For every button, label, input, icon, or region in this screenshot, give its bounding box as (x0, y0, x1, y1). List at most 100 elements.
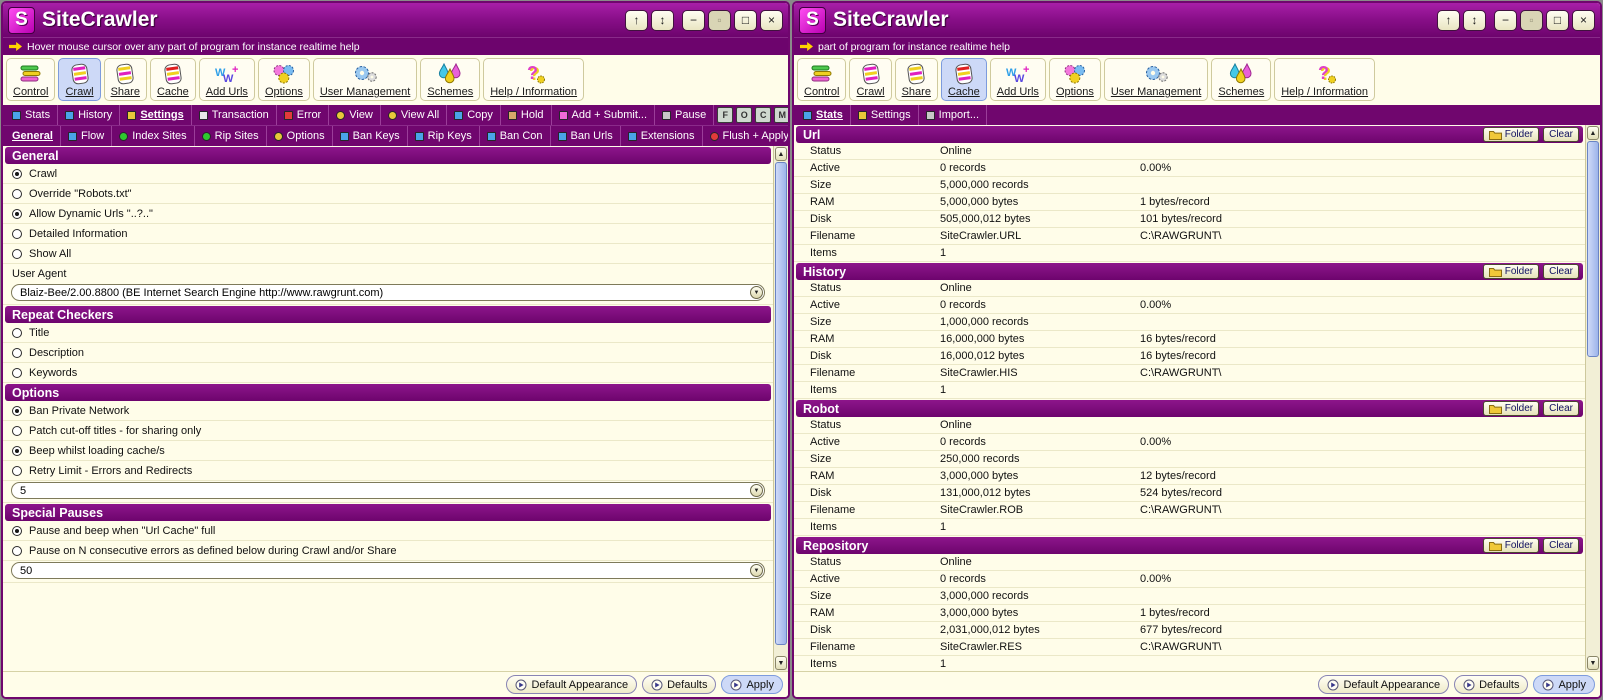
filter-badge-f[interactable]: F (717, 107, 733, 123)
scrollbar-track[interactable] (775, 162, 787, 655)
maximize-button[interactable]: □ (734, 10, 757, 31)
combo-field[interactable]: Blaiz-Bee/2.00.8800 (BE Internet Search … (11, 284, 765, 301)
scroll-up-button[interactable]: ▲ (1587, 126, 1599, 140)
option-row[interactable]: Show All (3, 244, 773, 264)
toolbar-tab-add-urls[interactable]: WW+Add Urls (199, 58, 255, 101)
radio-pause-and-beep-when-url-cache-full[interactable] (12, 526, 22, 536)
option-row[interactable]: Pause and beep when "Url Cache" full (3, 521, 773, 541)
radio-description[interactable] (12, 348, 22, 358)
vertical-scrollbar[interactable]: ▲ ▼ (1585, 125, 1600, 671)
toolbar-tab-cache[interactable]: Cache (941, 58, 987, 101)
radio-override-robots-txt[interactable] (12, 189, 22, 199)
radio-pause-on-n-consecutive-errors-as-defined-below-during-crawl-and-or-share[interactable] (12, 546, 22, 556)
menu-item-flush-apply[interactable]: Flush + Apply (703, 126, 788, 146)
default-appearance-button[interactable]: Default Appearance (1318, 675, 1449, 694)
scroll-down-button[interactable]: ▼ (775, 656, 787, 670)
toolbar-tab-control[interactable]: Control (797, 58, 846, 101)
toolbar-tab-cache[interactable]: Cache (150, 58, 196, 101)
toolbar-tab-add-urls[interactable]: WW+Add Urls (990, 58, 1046, 101)
menu-item-copy[interactable]: Copy (447, 105, 501, 125)
titlebar[interactable]: S SiteCrawler ↑↕−▫□× (794, 3, 1600, 37)
menu-item-stats[interactable]: Stats (796, 105, 851, 125)
menu-item-import[interactable]: Import... (919, 105, 987, 125)
menu-item-settings[interactable]: Settings (120, 105, 191, 125)
toolbar-tab-options[interactable]: Options (1049, 58, 1101, 101)
menu-item-general[interactable]: General (5, 126, 61, 146)
toolbar-tab-crawl[interactable]: Crawl (58, 58, 100, 101)
toolbar-tab-user-management[interactable]: User Management (1104, 58, 1209, 101)
menu-item-stats[interactable]: Stats (5, 105, 58, 125)
clear-button[interactable]: Clear (1543, 264, 1579, 279)
option-row[interactable]: Patch cut-off titles - for sharing only (3, 421, 773, 441)
on-top-button[interactable]: ↑ (625, 10, 648, 31)
folder-button[interactable]: Folder (1483, 538, 1539, 553)
clear-button[interactable]: Clear (1543, 127, 1579, 142)
option-row[interactable]: Ban Private Network (3, 401, 773, 421)
minimize-button[interactable]: − (682, 10, 705, 31)
option-row[interactable]: Override "Robots.txt" (3, 184, 773, 204)
menu-item-flow[interactable]: Flow (61, 126, 112, 146)
close-button[interactable]: × (1572, 10, 1595, 31)
scrollbar-thumb[interactable] (775, 162, 787, 645)
defaults-button[interactable]: Defaults (642, 675, 716, 694)
filter-badge-o[interactable]: O (736, 107, 752, 123)
roll-up-button[interactable]: ↕ (651, 10, 674, 31)
combo-dropdown-button[interactable]: ▼ (750, 564, 763, 577)
option-row[interactable]: Beep whilst loading cache/s (3, 441, 773, 461)
menu-item-options[interactable]: Options (267, 126, 333, 146)
maximize-button[interactable]: □ (1546, 10, 1569, 31)
menu-item-rip-keys[interactable]: Rip Keys (408, 126, 480, 146)
combo-field[interactable]: 5▼ (11, 482, 765, 499)
folder-button[interactable]: Folder (1483, 127, 1539, 142)
menu-item-add-submit[interactable]: Add + Submit... (552, 105, 656, 125)
scrollbar-track[interactable] (1587, 141, 1599, 655)
radio-allow-dynamic-urls[interactable] (12, 209, 22, 219)
menu-item-transaction[interactable]: Transaction (192, 105, 277, 125)
radio-show-all[interactable] (12, 249, 22, 259)
default-appearance-button[interactable]: Default Appearance (506, 675, 637, 694)
menu-item-history[interactable]: History (58, 105, 120, 125)
radio-beep-whilst-loading-cache-s[interactable] (12, 446, 22, 456)
option-row[interactable]: Allow Dynamic Urls "..?.." (3, 204, 773, 224)
radio-detailed-information[interactable] (12, 229, 22, 239)
combo-field[interactable]: 50▼ (11, 562, 765, 579)
menu-item-ban-con[interactable]: Ban Con (480, 126, 551, 146)
radio-title[interactable] (12, 328, 22, 338)
vertical-scrollbar[interactable]: ▲ ▼ (773, 146, 788, 671)
menu-item-view[interactable]: View (329, 105, 381, 125)
option-row[interactable]: Pause on N consecutive errors as defined… (3, 541, 773, 561)
filter-badge-m[interactable]: M (774, 107, 788, 123)
toolbar-tab-options[interactable]: Options (258, 58, 310, 101)
menu-item-index-sites[interactable]: Index Sites (112, 126, 194, 146)
apply-button[interactable]: Apply (1533, 675, 1595, 694)
folder-button[interactable]: Folder (1483, 264, 1539, 279)
menu-item-ban-keys[interactable]: Ban Keys (333, 126, 408, 146)
toolbar-tab-schemes[interactable]: Schemes (1211, 58, 1271, 101)
apply-button[interactable]: Apply (721, 675, 783, 694)
toolbar-tab-help-information[interactable]: ??Help / Information (483, 58, 584, 101)
radio-ban-private-network[interactable] (12, 406, 22, 416)
menu-item-hold[interactable]: Hold (501, 105, 552, 125)
option-row[interactable]: Crawl (3, 164, 773, 184)
titlebar[interactable]: S SiteCrawler ↑↕−▫□× (3, 3, 788, 37)
defaults-button[interactable]: Defaults (1454, 675, 1528, 694)
toolbar-tab-crawl[interactable]: Crawl (849, 58, 891, 101)
radio-patch-cut-off-titles-for-sharing-only[interactable] (12, 426, 22, 436)
menu-item-view-all[interactable]: View All (381, 105, 447, 125)
filter-badge-c[interactable]: C (755, 107, 771, 123)
menu-item-rip-sites[interactable]: Rip Sites (195, 126, 267, 146)
option-row[interactable]: Keywords (3, 363, 773, 383)
on-top-button[interactable]: ↑ (1437, 10, 1460, 31)
toolbar-tab-control[interactable]: Control (6, 58, 55, 101)
menu-item-extensions[interactable]: Extensions (621, 126, 703, 146)
menu-item-settings[interactable]: Settings (851, 105, 919, 125)
clear-button[interactable]: Clear (1543, 401, 1579, 416)
roll-up-button[interactable]: ↕ (1463, 10, 1486, 31)
minimize-button[interactable]: − (1494, 10, 1517, 31)
scroll-down-button[interactable]: ▼ (1587, 656, 1599, 670)
radio-retry-limit-errors-and-redirects[interactable] (12, 466, 22, 476)
toolbar-tab-help-information[interactable]: ??Help / Information (1274, 58, 1375, 101)
toolbar-tab-share[interactable]: Share (104, 58, 147, 101)
radio-crawl[interactable] (12, 169, 22, 179)
menu-item-pause[interactable]: Pause (655, 105, 714, 125)
